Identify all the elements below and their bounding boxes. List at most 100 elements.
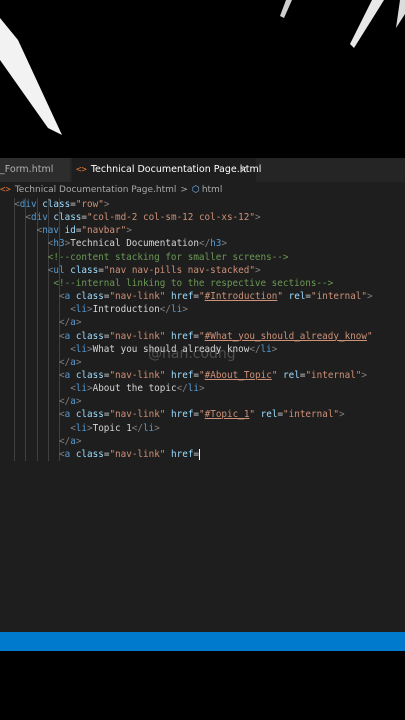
- code-token: li: [75, 304, 87, 316]
- code-token: Introduction: [92, 304, 160, 316]
- code-token: li: [187, 383, 199, 395]
- close-icon[interactable]: ×: [239, 158, 248, 182]
- breadcrumb: <> Technical Documentation Page.html > ⬡ htm…: [0, 182, 405, 198]
- code-token: nav: [42, 225, 59, 237]
- code-line[interactable]: <div class="col-md-2 col-sm-12 col-xs-12…: [25, 211, 260, 224]
- code-line[interactable]: <ul class="nav nav-pills nav-stacked">: [48, 264, 261, 277]
- code-token: </: [59, 317, 71, 329]
- code-token: >: [182, 304, 188, 316]
- code-line[interactable]: <li>About the topic</li>: [70, 382, 204, 395]
- code-token: "internal": [283, 409, 340, 421]
- code-token: rel: [283, 369, 300, 381]
- indent-guide: [36, 198, 38, 461]
- breadcrumb-node[interactable]: html: [202, 185, 223, 195]
- tab-technical-documentation[interactable]: <> Technical Documentation Page.html ×: [72, 158, 261, 182]
- light-streak: [396, 0, 405, 28]
- code-token: id: [64, 225, 76, 237]
- html-icon: <>: [76, 165, 87, 175]
- code-token: li: [75, 422, 87, 434]
- code-token: li: [170, 304, 183, 316]
- code-token: Topic 1: [92, 422, 132, 434]
- light-streak: [0, 18, 62, 135]
- code-token: #About_Topic: [204, 369, 272, 381]
- code-token: >: [254, 212, 261, 224]
- code-token: class: [75, 409, 104, 421]
- code-token: href: [171, 409, 194, 421]
- code-token: "col-md-2 col-sm-12 col-xs-12": [87, 212, 255, 224]
- code-token: h3: [53, 238, 65, 250]
- code-token: ": [366, 330, 373, 342]
- code-token: li: [260, 343, 272, 355]
- breadcrumb-file[interactable]: Technical Documentation Page.html: [15, 185, 177, 195]
- code-token: ul: [53, 264, 65, 276]
- code-token: <!--internal linking to the respective s…: [47, 277, 334, 289]
- code-token: div: [31, 212, 48, 224]
- code-line[interactable]: </a>: [59, 356, 81, 369]
- code-token: "nav-link": [109, 448, 166, 460]
- code-token: <!--content stacking for smaller screens…: [47, 251, 289, 263]
- code-line[interactable]: <li>Introduction</li>: [70, 303, 188, 316]
- code-token: class: [53, 212, 82, 224]
- code-token: href: [171, 330, 194, 342]
- code-token: </: [131, 422, 143, 434]
- light-streak: [350, 0, 384, 48]
- tab-bar: _Form.html <> Technical Documentation Pag…: [0, 158, 405, 182]
- html-icon: <>: [0, 185, 11, 195]
- code-token: </: [59, 396, 71, 408]
- code-line[interactable]: <h3>Technical Documentation</h3>: [48, 237, 227, 250]
- code-token: >: [75, 356, 82, 368]
- code-token: "nav-link": [109, 369, 166, 381]
- element-icon: ⬡: [191, 185, 200, 195]
- code-line[interactable]: <a class="nav-link" href=: [59, 448, 201, 461]
- code-token: "internal": [311, 291, 368, 303]
- code-token: "nav-link": [109, 291, 166, 303]
- code-token: href: [171, 369, 194, 381]
- code-line[interactable]: <a class="nav-link" href="#What_you_shou…: [59, 330, 373, 343]
- tab-form-html[interactable]: _Form.html: [0, 158, 70, 182]
- code-token: >: [339, 409, 345, 421]
- text-cursor: [199, 448, 201, 460]
- code-token: </: [159, 304, 171, 316]
- code-token: href: [171, 448, 194, 460]
- code-token: >: [198, 383, 205, 395]
- code-line[interactable]: <a class="nav-link" href="#About_Topic" …: [59, 369, 367, 382]
- code-token: #What_you_should_already_know: [204, 330, 367, 342]
- code-line[interactable]: <a class="nav-link" href="#Introduction"…: [59, 290, 373, 303]
- code-line[interactable]: <!--internal linking to the respective s…: [48, 277, 333, 290]
- code-line[interactable]: <a class="nav-link" href="#Topic_1" rel=…: [59, 408, 345, 421]
- code-token: li: [75, 383, 87, 395]
- code-token: class: [42, 199, 71, 210]
- code-token: class: [75, 369, 104, 381]
- code-token: </: [59, 435, 71, 447]
- code-token: class: [75, 330, 104, 342]
- code-token: class: [75, 448, 104, 460]
- code-line[interactable]: <div class="row">: [14, 198, 109, 211]
- code-token: About the topic: [92, 383, 177, 395]
- tab-label: Technical Documentation Page.html: [90, 164, 262, 175]
- code-token: h3: [210, 238, 222, 250]
- code-editor: _Form.html <> Technical Documentation Pag…: [0, 158, 405, 632]
- code-token: class: [75, 291, 104, 303]
- watermark: @han.codng: [148, 346, 236, 362]
- code-line[interactable]: </a>: [59, 316, 81, 329]
- code-token: >: [126, 225, 132, 237]
- code-token: >: [221, 238, 227, 250]
- code-line[interactable]: <!--content stacking for smaller screens…: [48, 251, 289, 264]
- code-token: >: [75, 317, 82, 329]
- code-token: div: [19, 199, 37, 210]
- code-token: class: [70, 264, 99, 276]
- code-line[interactable]: <nav id="navbar">: [37, 224, 132, 237]
- code-line[interactable]: <li>Topic 1</li>: [70, 422, 160, 435]
- indent-guide: [25, 198, 27, 461]
- code-token: >: [75, 396, 82, 408]
- bottom-black-area: [0, 651, 405, 720]
- top-black-area: [0, 0, 405, 158]
- code-token: #Topic_1: [204, 409, 250, 421]
- light-streaks: [0, 0, 405, 135]
- code-token: >: [75, 435, 82, 447]
- code-line[interactable]: </a>: [59, 435, 81, 448]
- code-line[interactable]: </a>: [59, 395, 81, 408]
- code-token: >: [271, 343, 278, 355]
- code-token: #Introduction: [204, 291, 278, 303]
- code-token: </: [176, 383, 188, 395]
